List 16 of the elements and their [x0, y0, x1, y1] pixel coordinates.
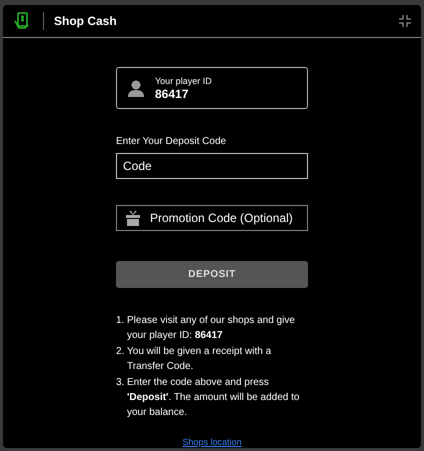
instruction-text: You will be given a receipt with a Transfer Code.	[127, 345, 272, 374]
step-number: 3.	[116, 376, 126, 390]
gift-icon	[126, 210, 140, 226]
instruction-text: Please visit any of our shops and give your player ID: 86417	[127, 314, 296, 343]
deposit-code-label: Enter Your Deposit Code	[116, 135, 226, 149]
collapse-icon[interactable]	[399, 15, 411, 27]
person-icon	[127, 79, 145, 97]
deposit-code-field[interactable]: Code	[116, 153, 308, 179]
instruction-text: Enter the code above and press 'Deposit'. The amount will be added to your balance.	[127, 376, 300, 420]
promotion-code-button[interactable]: Promotion Code (Optional)	[116, 205, 308, 231]
player-id-label: Your player ID	[155, 76, 212, 86]
window-title: Shop Cash	[54, 13, 117, 30]
step-number: 1.	[116, 314, 126, 328]
player-id: 86417	[155, 88, 190, 100]
step-number: 2.	[116, 345, 126, 359]
shops-location-link[interactable]: Shops location	[182, 436, 242, 450]
